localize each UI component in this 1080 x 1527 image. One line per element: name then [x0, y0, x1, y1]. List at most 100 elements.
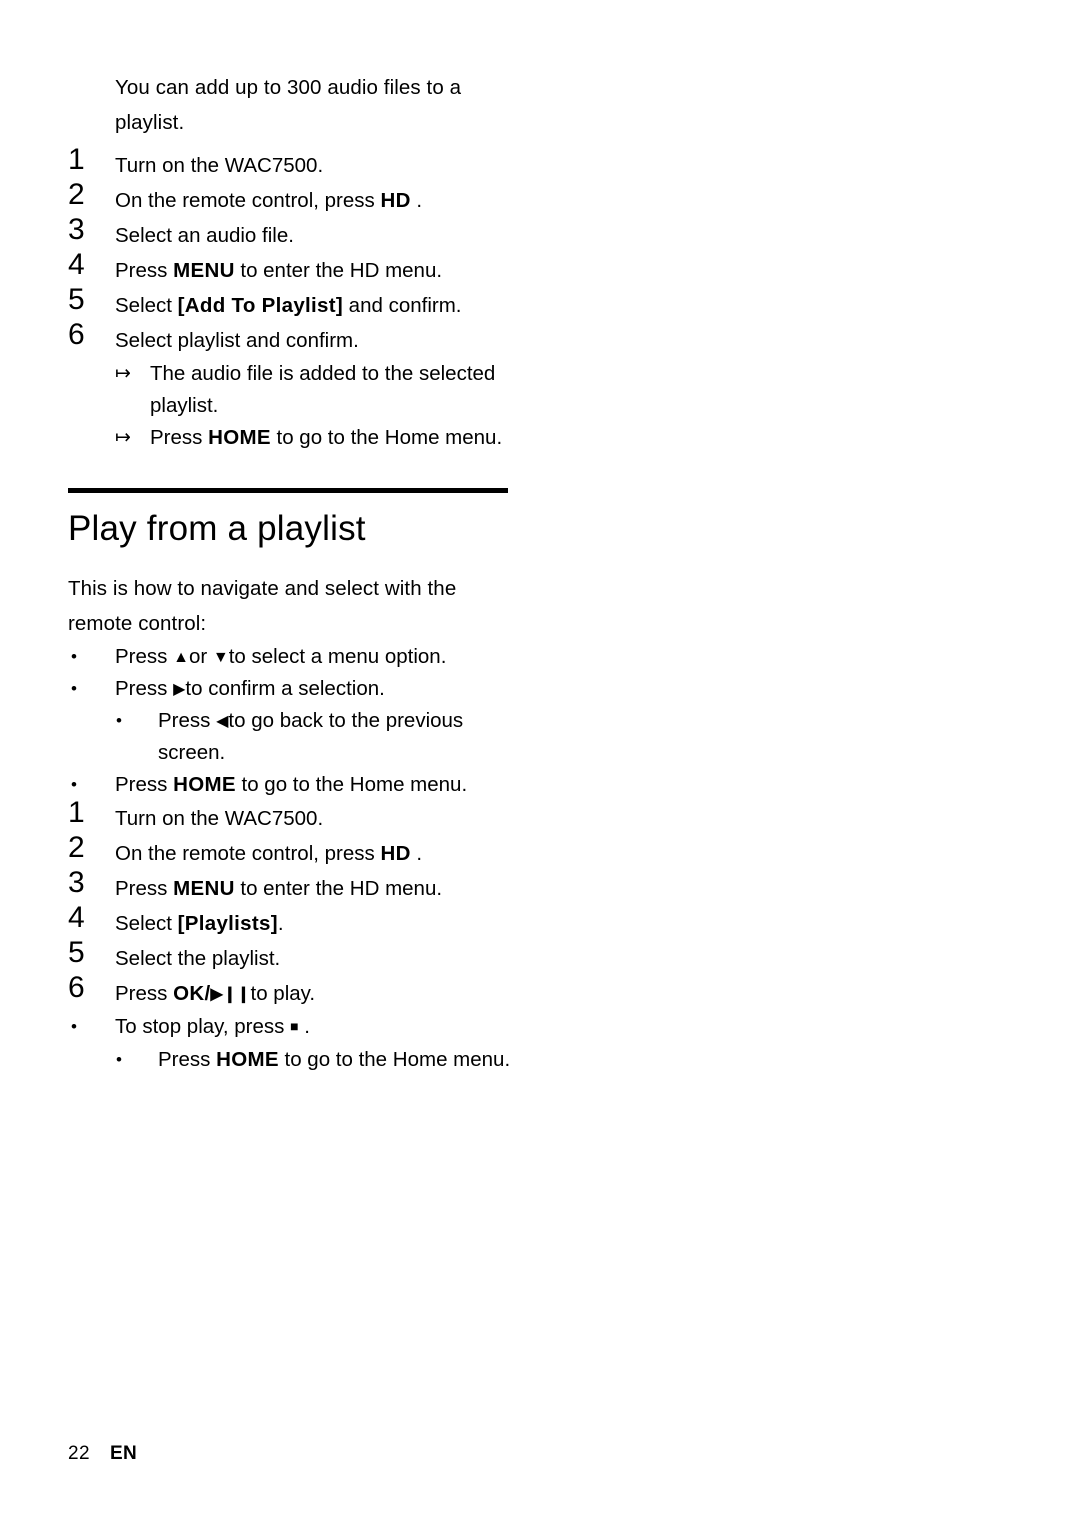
- arrow-icon: ↦: [115, 427, 131, 448]
- result-text-pre: The audio file is added to the selected …: [150, 362, 496, 417]
- bullet-text: Press ▲or ▼to select a menu option.: [115, 641, 588, 673]
- arrow-icon: ↦: [115, 363, 131, 384]
- down-arrow-icon: ▼: [212, 649, 229, 666]
- step-text-pre: On the remote control, press: [115, 842, 381, 865]
- bullet-dot: •: [116, 711, 122, 730]
- step-text-bold: OK/: [173, 982, 211, 1005]
- step-number: 3: [68, 866, 85, 899]
- result-text-pre: Press: [150, 426, 209, 449]
- step-item: 1 Turn on the WAC7500.: [68, 143, 588, 183]
- step-text-bold: [Add To Playlist]: [177, 294, 343, 317]
- bullet-text-post: to confirm a selection.: [185, 677, 385, 700]
- step-text: Select playlist and confirm.: [115, 323, 588, 358]
- result-item: ↦ Press HOME to go to the Home menu.: [115, 422, 588, 454]
- bullet-text-post: .: [298, 1015, 310, 1038]
- step-text: Select an audio file.: [115, 218, 588, 253]
- bullet-item: • Press HOME to go to the Home menu.: [68, 769, 588, 801]
- page-content: You can add up to 300 audio files to a p…: [68, 70, 588, 1076]
- step-text-pre: Turn on the WAC7500.: [115, 154, 324, 177]
- step-text-post: to enter the HD menu.: [234, 877, 443, 900]
- step-text: Select the playlist.: [115, 941, 588, 976]
- step-number: 4: [68, 901, 85, 934]
- step-text: Turn on the WAC7500.: [115, 801, 588, 836]
- bullet-text: Press HOME to go to the Home menu.: [158, 1044, 528, 1076]
- bullet-item: • Press ▶to confirm a selection.: [68, 673, 588, 705]
- up-arrow-icon: ▲: [173, 649, 189, 666]
- bullet-text: Press ▶to confirm a selection.: [115, 673, 588, 705]
- bullet-text-post: to select a menu option.: [228, 645, 447, 668]
- result-text: The audio file is added to the selected …: [150, 358, 540, 422]
- section-intro: This is how to navigate and select with …: [68, 577, 457, 635]
- result-text: Press HOME to go to the Home menu.: [150, 422, 540, 454]
- result-text-post: to go to the Home menu.: [270, 426, 503, 449]
- step-number: 4: [68, 248, 85, 281]
- bullet-item: • To stop play, press ■ .: [68, 1011, 588, 1044]
- step-text-bold: [Playlists]: [177, 912, 278, 935]
- step-text-post: .: [410, 842, 423, 865]
- step-text: On the remote control, press HD .: [115, 183, 588, 218]
- page-language: EN: [109, 1443, 138, 1464]
- document-page: You can add up to 300 audio files to a p…: [0, 0, 1080, 1527]
- stop-icon: ■: [290, 1018, 299, 1034]
- step-item: 1 Turn on the WAC7500.: [68, 796, 588, 836]
- bullet-text-post: to go to the Home menu.: [278, 1048, 511, 1071]
- right-arrow-icon: ▶: [173, 681, 186, 698]
- bullet-text: Press ◀to go back to the previous screen…: [158, 705, 528, 769]
- bullet-text: To stop play, press ■ .: [115, 1011, 588, 1044]
- step-text-pre: Select: [115, 912, 178, 935]
- result-text-bold: HOME: [208, 426, 271, 449]
- bullet-item: • Press ▲or ▼to select a menu option.: [68, 641, 588, 673]
- step-item: 6 Select playlist and confirm.: [68, 318, 588, 358]
- step-text: Select [Add To Playlist] and confirm.: [115, 288, 588, 323]
- step-number: 5: [68, 936, 85, 969]
- bullet-text-bold: HOME: [216, 1048, 279, 1071]
- bullet-text-pre: To stop play, press: [115, 1015, 291, 1038]
- step-number: 5: [68, 283, 85, 316]
- step-text-bold: HD: [380, 842, 411, 865]
- step-number: 6: [68, 971, 85, 1004]
- heading-rule: [68, 488, 508, 493]
- step-number: 1: [68, 796, 85, 829]
- bullet-text-mid: or: [188, 645, 213, 668]
- bullet-dot: •: [116, 1050, 122, 1069]
- step-text-pre: On the remote control, press: [115, 189, 381, 212]
- bullet-text-post: to go to the Home menu.: [235, 773, 468, 796]
- step-item: 6 Press OK/▶❙❙to play.: [68, 971, 588, 1011]
- step-number: 2: [68, 831, 85, 864]
- left-arrow-icon: ◀: [216, 713, 229, 730]
- bullet-item-sub: • Press ◀to go back to the previous scre…: [113, 705, 588, 769]
- step-item: 4 Press MENU to enter the HD menu.: [68, 248, 588, 288]
- step-text-post: and confirm.: [342, 294, 462, 317]
- step-text-post: .: [277, 912, 284, 935]
- step-text: Select [Playlists].: [115, 906, 588, 941]
- bullet-text-pre: Press: [115, 677, 174, 700]
- step-text-pre: Press: [115, 982, 174, 1005]
- step-text: Press MENU to enter the HD menu.: [115, 871, 588, 906]
- step-item: 3 Select an audio file.: [68, 213, 588, 253]
- bullet-text-pre: Press: [158, 1048, 217, 1071]
- step-text-pre: Select playlist and confirm.: [115, 329, 359, 352]
- step-text: Press MENU to enter the HD menu.: [115, 253, 588, 288]
- page-footer: 22 EN: [68, 1443, 137, 1465]
- bullet-item-sub: • Press HOME to go to the Home menu.: [113, 1044, 588, 1076]
- bullet-dot: •: [71, 647, 77, 666]
- bullet-text-bold: HOME: [173, 773, 236, 796]
- step-text-post: .: [410, 189, 423, 212]
- bullet-dot: •: [71, 679, 77, 698]
- bullet-text-pre: Press: [158, 709, 217, 732]
- step-text-bold: MENU: [173, 877, 235, 900]
- bullet-text-pre: Press: [115, 773, 174, 796]
- step-text-bold: HD: [380, 189, 411, 212]
- step-text: Press OK/▶❙❙to play.: [115, 976, 588, 1011]
- step-text: Turn on the WAC7500.: [115, 148, 588, 183]
- step-text-pre: Press: [115, 259, 174, 282]
- step-text-post: to enter the HD menu.: [234, 259, 443, 282]
- step-text-pre: Turn on the WAC7500.: [115, 807, 324, 830]
- step-number: 2: [68, 178, 85, 211]
- step-item: 2 On the remote control, press HD .: [68, 178, 588, 218]
- step-text-pre: Select the playlist.: [115, 947, 281, 970]
- step-text-post: to play.: [250, 982, 316, 1005]
- step-item: 4 Select [Playlists].: [68, 901, 588, 941]
